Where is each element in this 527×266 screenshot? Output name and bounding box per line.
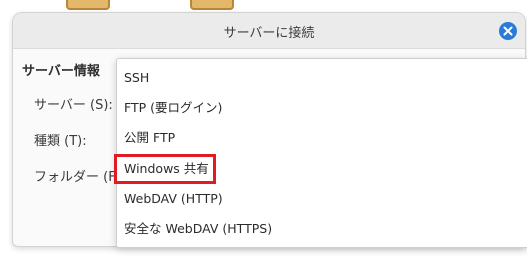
server-label: サーバー (S):: [34, 98, 113, 113]
close-icon: [503, 26, 513, 36]
option-ftp-login[interactable]: FTP (要ログイン): [124, 97, 222, 119]
option-webdav-https[interactable]: 安全な WebDAV (HTTPS): [124, 218, 272, 240]
server-type-dropdown-list[interactable]: SSH FTP (要ログイン) 公開 FTP Windows 共有 WebDAV…: [116, 58, 527, 248]
dialog-titlebar: サーバーに接続: [13, 13, 525, 49]
option-windows-share[interactable]: Windows 共有: [124, 158, 209, 180]
server-info-heading: サーバー情報: [22, 64, 100, 79]
type-label: 種類 (T):: [34, 134, 87, 149]
dialog-title: サーバーに接続: [223, 26, 315, 41]
desktop-folder-icon[interactable]: [190, 0, 234, 10]
folder-label: フォルダー (F): [34, 170, 121, 185]
option-webdav-http[interactable]: WebDAV (HTTP): [124, 188, 223, 210]
option-ssh[interactable]: SSH: [124, 67, 149, 89]
desktop-folder-icon[interactable]: [66, 0, 110, 10]
close-button[interactable]: [499, 22, 517, 40]
option-public-ftp[interactable]: 公開 FTP: [124, 127, 175, 149]
